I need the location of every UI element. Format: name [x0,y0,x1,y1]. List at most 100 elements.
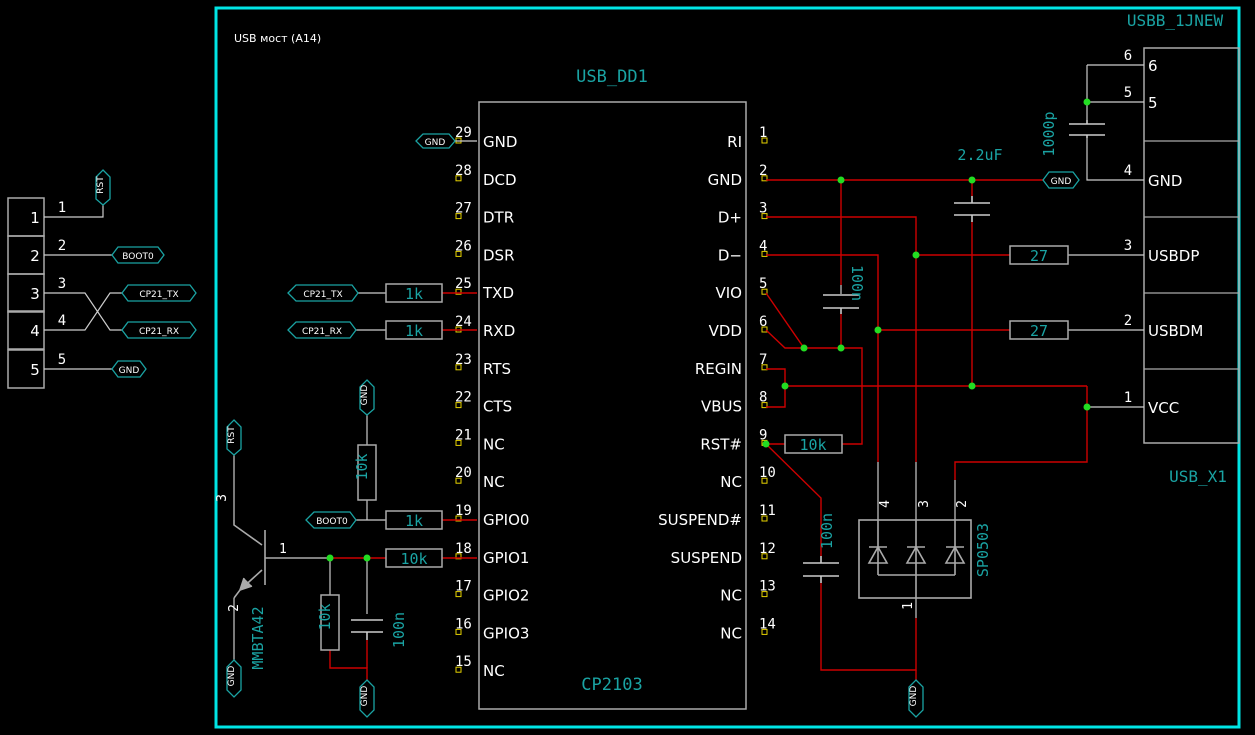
net-label-rst-transistor: RST [226,419,242,456]
ic-pin-vbus: 8 VBUS [701,390,768,416]
ic-pin-d+: 3 D+ [718,201,768,227]
ic-pin-d−: 4 D− [718,238,768,264]
ic-pin-nc: 13 NC [720,579,776,605]
ic-pin-rxd: 24 RXD [455,314,515,340]
tvs-pin-1: 1 [901,602,916,610]
ic-pin-nc: 10 NC [720,465,776,491]
pin-name: NC [720,624,742,642]
svg-text:GND: GND [227,666,237,687]
pin-number: 12 [759,541,776,557]
ic-designator: USB_DD1 [576,67,648,87]
pin-name: CTS [483,398,512,416]
pin-number: 3 [1124,238,1132,254]
net-label-rx: CP21_RX [287,321,357,339]
pin-number: 2 [1124,313,1132,329]
ic-part: CP2103 [581,675,642,695]
wire-rst [820,583,917,671]
usb-pin-1: 1 VCC [1124,390,1179,417]
pin-name: DTR [483,209,514,227]
pin-name: TXD [482,284,514,302]
ic-pin-gpio0: 19 GPIO0 [455,503,529,529]
pin-number: 20 [455,465,472,481]
ic-pin-txd: 25 TXD [455,276,514,302]
pin-number: 18 [455,541,472,557]
pin-number: 10 [759,465,776,481]
resistor-gpio1: 10k [385,548,443,568]
capacitor-values: 100n 100n 2.2uF 100n 1000p [390,111,1058,648]
svg-text:CP21_TX: CP21_TX [303,290,342,300]
pin-name: NC [483,435,505,453]
pin-number: 27 [455,201,472,217]
pin-name: D− [718,246,742,264]
pin-name: REGIN [695,360,742,378]
pin-number: 25 [455,276,472,292]
wire-header [44,205,104,218]
junction-dot [762,440,770,448]
header-wire-number: 3 [58,276,66,292]
ic-pin-rst#: 9RST# [700,427,768,453]
resistor-value: 27 [1030,322,1048,340]
ic-cp2103: USB_DD1 CP2103 29 GND28 DCD27 DTR26 DSR25 TXD… [455,67,776,710]
pin-name: GND [483,133,517,151]
junction-dot [1083,98,1091,106]
wire-conn-shield [1086,138,1144,181]
pin-name: NC [483,473,505,491]
usb-pin-5: 55 [1124,85,1158,112]
transistor-pin-base: 1 [279,542,287,557]
pin-name: GPIO1 [483,549,529,567]
tvs-pin-3: 3 [917,500,932,508]
net-label-gnd-shield: GND [1042,171,1080,189]
pin-number: 17 [455,579,472,595]
header-wire-number: 2 [58,238,66,254]
resistor-value: 10k [353,453,371,480]
resistor-base-pull: 10k [316,594,340,651]
resistors: 1k 1k 1k 10k 10k 10k 10k 27 27 [316,245,1069,651]
ic-left-pins: 29 GND 28 DCD 27 DTR 26 DSR 25 TXD 24 RXD 23 RTS 22 CTS… [455,125,529,680]
junction-dot [1083,403,1091,411]
usb-pin-4: 4 GND [1124,163,1183,190]
wire-header [44,292,122,331]
capacitor-value-vbus: 2.2uF [957,146,1002,164]
net-label-gnd-base: GND [359,679,375,718]
resistor-value: 1k [405,512,423,530]
usb-connector-body [1143,47,1240,444]
net-label-gnd: GND [415,133,456,149]
header-number: 5 [30,361,40,379]
pin-number: 7 [759,352,767,368]
pin-name: SUSPEND [671,549,742,567]
resistor-rxd: 1k [385,320,443,340]
svg-text:RST: RST [96,176,106,194]
usb-pin-3: 3 USBDP [1124,238,1200,265]
net-label-rst-header: RST [95,169,111,206]
resistor-gpio0-pull: 10k [353,444,377,501]
header-wire-number: 1 [58,200,66,216]
pin-name: RST# [700,435,742,453]
pin-name: GND [1148,172,1182,190]
svg-text:BOOT0: BOOT0 [316,517,348,527]
net-label-boot0-header: BOOT0 [111,246,165,264]
ic-pin-cts: 22 CTS [455,390,512,416]
ic-pin-dcd: 28 DCD [455,163,517,189]
pin-name: VIO [716,284,743,302]
pin-name: DCD [483,171,517,189]
pin-number: 2 [759,163,767,179]
ic-pin-vdd: 6 VDD [709,314,768,340]
resistor-dp: 27 [1009,245,1069,265]
ic-pin-vio: 5 VIO [716,276,768,302]
pin-number: 1 [759,125,767,141]
schematic-canvas: USB мост (A14) USB_DD1 CP2103 29 GND28 DCD… [7,6,1241,729]
net-labels: GND CP21_TX CP21_RX BOOT0 GND RST GND GN… [95,133,1080,718]
pin-number: 8 [759,390,767,406]
pin-number: 3 [759,201,767,217]
junction-dot [363,554,371,562]
pin-number: 1 [1124,390,1132,406]
capacitor-value-vdd: 100n [848,265,866,301]
pin-number: 15 [455,654,472,670]
usb-pin-6: 66 [1124,48,1158,75]
resistor-value: 27 [1030,247,1048,265]
transistor-mmbta42 [233,520,266,599]
pin-number: 11 [759,503,776,519]
pin-name: GPIO2 [483,587,529,605]
svg-text:GND: GND [1051,177,1072,187]
net-label-rx-header: CP21_RX [121,321,197,339]
